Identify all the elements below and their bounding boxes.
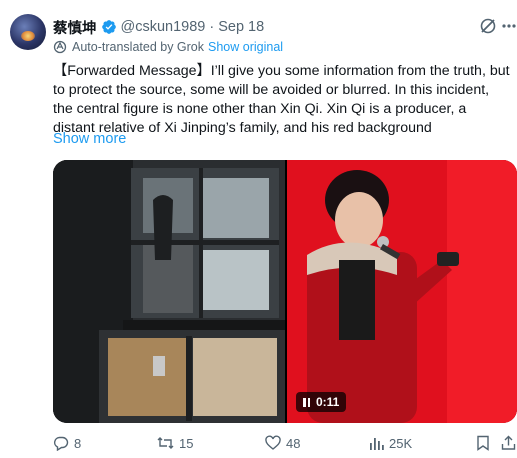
- more-icon: [502, 24, 516, 28]
- media-video-red-stage[interactable]: [287, 160, 517, 423]
- avatar[interactable]: [10, 14, 46, 50]
- action-bar: 8 15 48 25K: [53, 432, 517, 454]
- translated-label: Auto-translated by Grok: [72, 40, 205, 54]
- video-duration: 0:11: [316, 395, 340, 409]
- reply-count: 8: [74, 435, 82, 451]
- separator: ·: [209, 19, 215, 35]
- verified-badge-icon: [101, 20, 116, 34]
- media-image-building[interactable]: [53, 160, 285, 423]
- share-button[interactable]: [501, 432, 517, 454]
- tweet-media[interactable]: [53, 160, 517, 423]
- like-icon: [265, 435, 281, 450]
- tweet-header: 蔡慎坤 @cskun1989 · Sep 18: [53, 17, 264, 37]
- repost-button[interactable]: 15: [157, 432, 193, 454]
- repost-count: 15: [179, 435, 194, 451]
- translate-icon: [53, 40, 67, 54]
- views-button[interactable]: 25K: [369, 432, 412, 454]
- user-handle[interactable]: @cskun1989: [121, 19, 206, 35]
- translation-notice: Auto-translated by Grok Show original: [53, 40, 283, 54]
- tweet-date[interactable]: Sep 18: [218, 19, 264, 35]
- share-icon: [501, 435, 516, 450]
- views-count: 25K: [389, 435, 413, 451]
- reply-button[interactable]: 8: [53, 432, 81, 454]
- more-button[interactable]: [502, 16, 516, 36]
- repost-icon: [157, 437, 174, 449]
- reply-icon: [54, 436, 69, 451]
- tweet-text: 【Forwarded Message】I’ll give you some in…: [53, 63, 510, 136]
- like-count: 48: [286, 435, 301, 451]
- video-duration-badge[interactable]: 0:11: [296, 392, 347, 412]
- show-original-link[interactable]: Show original: [208, 40, 283, 54]
- bookmark-button[interactable]: [476, 432, 495, 454]
- display-name[interactable]: 蔡慎坤: [53, 17, 97, 38]
- grok-button[interactable]: [478, 16, 498, 36]
- bookmark-icon: [477, 435, 489, 451]
- pause-icon: [303, 397, 310, 407]
- like-button[interactable]: 48: [265, 432, 300, 454]
- show-more-link[interactable]: Show more: [53, 131, 126, 147]
- views-icon: [370, 437, 384, 450]
- grok-icon: [480, 18, 496, 34]
